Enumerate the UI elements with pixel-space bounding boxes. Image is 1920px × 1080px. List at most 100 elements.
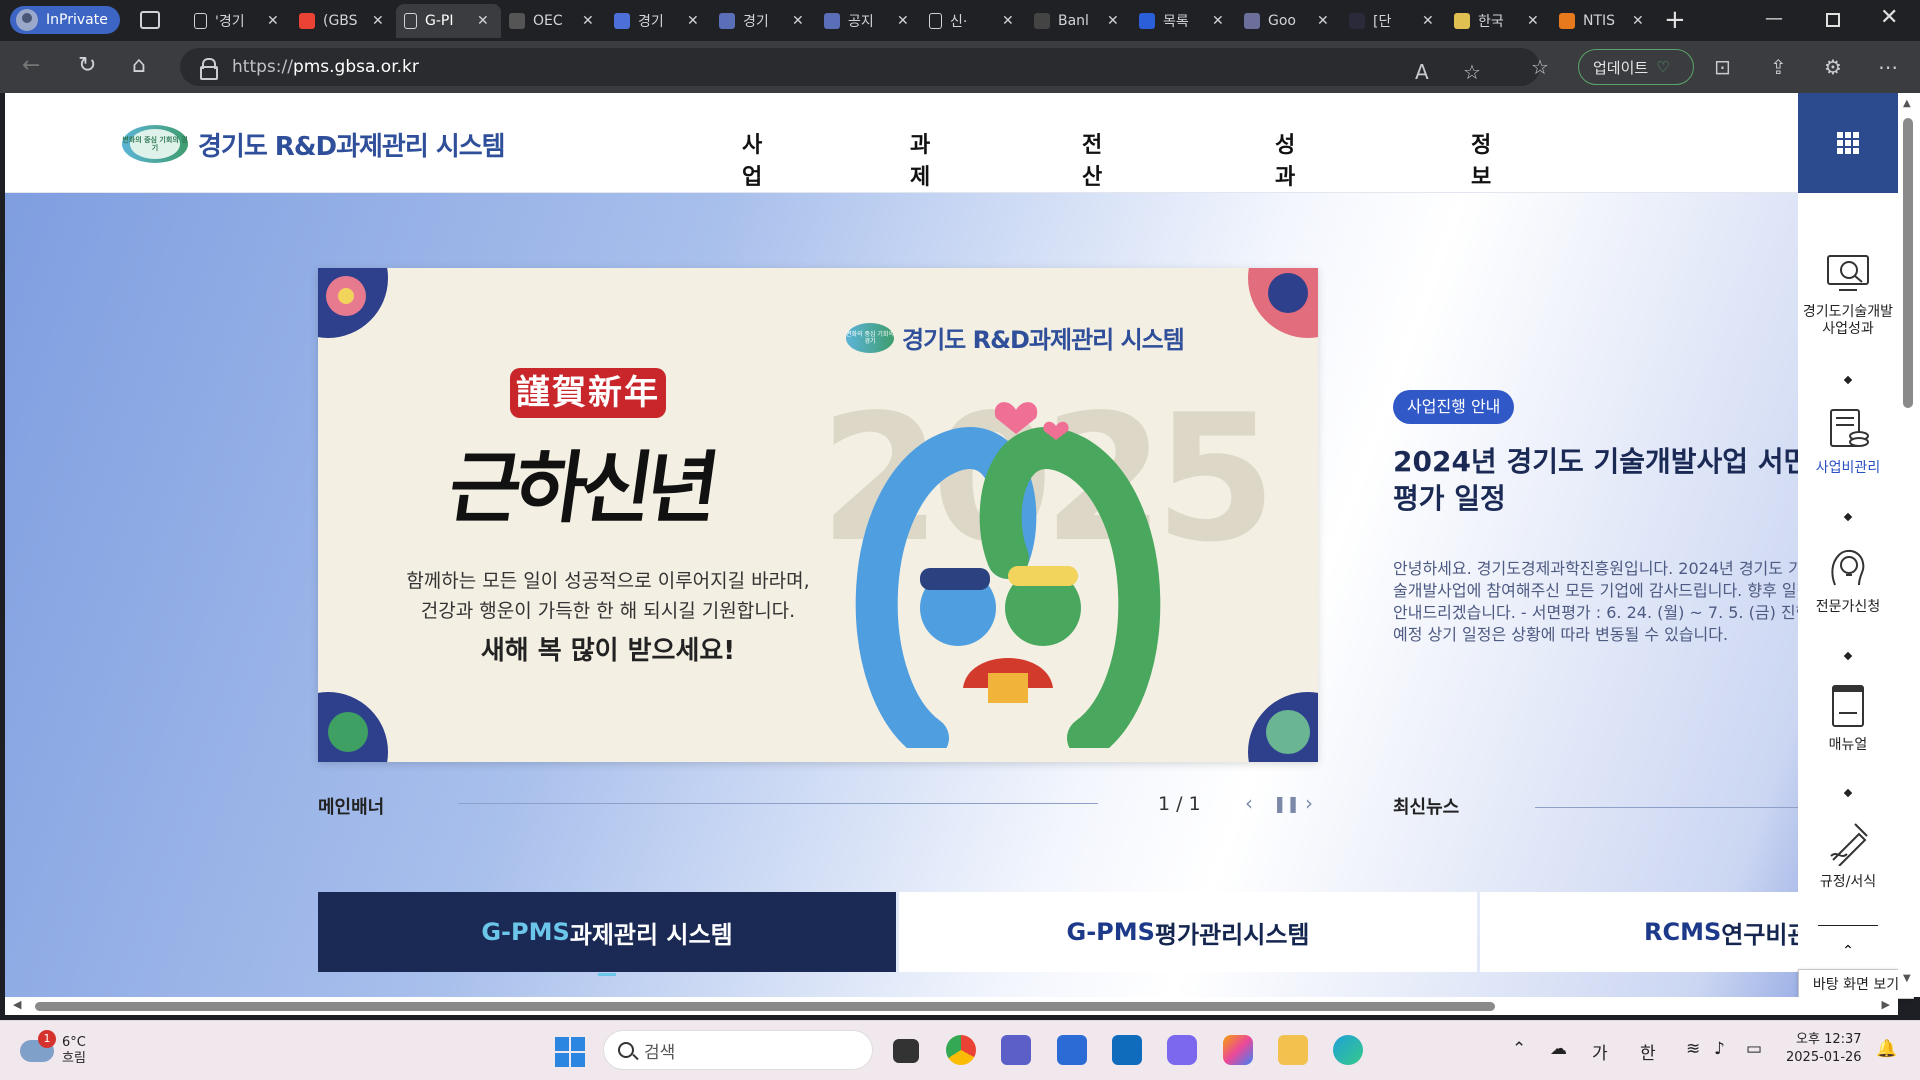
close-tab-icon[interactable]: ✕ <box>1107 13 1123 29</box>
dots-icon <box>1034 13 1050 29</box>
close-tab-icon[interactable]: ✕ <box>792 13 808 29</box>
battery-icon[interactable]: ▭ <box>1746 1039 1762 1059</box>
browser-tab[interactable]: 신· ✕ <box>921 4 1026 38</box>
chrome-icon[interactable] <box>946 1035 976 1065</box>
screenshot-icon[interactable]: ⊡ <box>1714 55 1731 79</box>
teams-icon[interactable] <box>1001 1035 1031 1065</box>
all-menu-button[interactable] <box>1798 93 1898 193</box>
next-arrow-icon[interactable]: › <box>1305 791 1313 815</box>
ime-mode[interactable]: 가 <box>1592 1039 1608 1064</box>
close-tab-icon[interactable]: ✕ <box>582 13 598 29</box>
scroll-up-icon[interactable]: ▲ <box>1903 98 1911 109</box>
show-hidden-icons[interactable]: ⌃ <box>1512 1039 1526 1059</box>
url-field[interactable]: https://pms.gbsa.or.kr A ☆ <box>180 48 1540 86</box>
site-logo[interactable]: 변화의 중심 기회의 경기 경기도 R&D과제관리 시스템 <box>122 125 506 163</box>
browser-tab-bar: InPrivate '경기 ✕ (GBS ✕ G-PI ✕ OEC ✕ 경기 ✕ 경기 ✕ 공지 ✕ 신· ✕… <box>0 0 1920 41</box>
quick-item-expert[interactable]: 전문가신청 <box>1798 545 1898 616</box>
close-tab-icon[interactable]: ✕ <box>687 13 703 29</box>
quick-item-forms[interactable]: 규정/서식 <box>1798 820 1898 891</box>
news-title[interactable]: 2024년 경기도 기술개발사업 서면평가 일정 <box>1393 443 1798 517</box>
close-tab-icon[interactable]: ✕ <box>897 13 913 29</box>
vertical-scrollbar[interactable]: ▲ ▼ <box>1898 93 1920 997</box>
close-tab-icon[interactable]: ✕ <box>1212 13 1228 29</box>
close-tab-icon[interactable]: ✕ <box>1317 13 1333 29</box>
browser-tab[interactable]: OEC ✕ <box>501 4 606 38</box>
back-icon[interactable]: ← <box>22 54 40 78</box>
read-aloud-icon[interactable]: A <box>1415 60 1429 84</box>
new-tab-icon[interactable]: + <box>1664 6 1686 34</box>
edge-icon[interactable] <box>1333 1035 1363 1065</box>
maximize-icon[interactable] <box>1826 13 1840 27</box>
prev-arrow-icon[interactable]: ‹ <box>1245 791 1253 815</box>
scroll-left-icon[interactable]: ◀ <box>13 998 21 1011</box>
extensions-icon[interactable]: ⚙ <box>1824 55 1842 79</box>
browser-tab[interactable]: 목록 ✕ <box>1131 4 1236 38</box>
drop-icon <box>1139 13 1155 29</box>
close-tab-icon[interactable]: ✕ <box>1422 13 1438 29</box>
system-clock[interactable]: 오후 12:37 2025-01-26 <box>1786 1031 1862 1067</box>
main-banner[interactable]: 2025 변화의 중심 기회의 경기 경기도 R&D과제관리 시스템 謹賀新年 … <box>318 268 1318 762</box>
close-tab-icon[interactable]: ✕ <box>372 13 388 29</box>
home-icon[interactable]: ⌂ <box>132 54 146 78</box>
browser-tab[interactable]: 공지 ✕ <box>816 4 921 38</box>
refresh-icon[interactable]: ↻ <box>78 54 96 78</box>
copilot-app-icon[interactable] <box>1167 1035 1197 1065</box>
close-tab-icon[interactable]: ✕ <box>1527 13 1543 29</box>
update-button[interactable]: 업데이트 ♡ <box>1578 49 1694 85</box>
quick-item-budget[interactable]: 사업비관리 <box>1798 406 1898 477</box>
favorite-star-icon[interactable]: ☆ <box>1463 60 1481 84</box>
share-icon[interactable]: ⇪ <box>1770 55 1787 79</box>
scrollbar-thumb[interactable] <box>1903 118 1913 408</box>
pause-icon[interactable]: ❚❚ <box>1273 794 1300 813</box>
taskbar-search[interactable]: 검색 <box>603 1030 873 1070</box>
favorites-icon[interactable]: ☆ <box>1531 55 1549 79</box>
browser-tab[interactable]: Goo ✕ <box>1236 4 1341 38</box>
browser-tab[interactable]: G-PI ✕ <box>396 4 501 38</box>
close-tab-icon[interactable]: ✕ <box>1632 13 1648 29</box>
file-explorer-icon[interactable] <box>1278 1035 1308 1065</box>
close-tab-icon[interactable]: ✕ <box>477 13 493 29</box>
scroll-top-icon[interactable]: ⌃ <box>1798 943 1898 959</box>
tab-title: NTIS <box>1583 13 1616 29</box>
browser-tab[interactable]: (GBS ✕ <box>291 4 396 38</box>
system-link-rcms[interactable]: RCMS 연구비관리 <box>1480 892 1798 972</box>
ime-language[interactable]: 한 <box>1640 1039 1656 1064</box>
notification-bell-icon[interactable]: 🔔 <box>1876 1039 1897 1059</box>
system-link-gpms-project[interactable]: G-PMS 과제관리 시스템 <box>318 892 896 976</box>
banner-logo-mark: 변화의 중심 기회의 경기 <box>846 322 894 353</box>
browser-tab[interactable]: 한국 ✕ <box>1446 4 1551 38</box>
copilot-icon[interactable] <box>1223 1035 1253 1065</box>
browser-tab[interactable]: NTIS ✕ <box>1551 4 1656 38</box>
scroll-down-icon[interactable]: ▼ <box>1903 973 1911 984</box>
browser-tab[interactable]: '경기 ✕ <box>186 4 291 38</box>
inprivate-badge[interactable]: InPrivate <box>10 6 120 34</box>
scroll-right-icon[interactable]: ▶ <box>1882 998 1890 1011</box>
browser-tab[interactable]: 경기 ✕ <box>606 4 711 38</box>
monitor-search-icon <box>1827 255 1869 291</box>
task-view-icon[interactable] <box>893 1039 919 1063</box>
outlook-icon[interactable] <box>1112 1035 1142 1065</box>
close-window-icon[interactable]: ✕ <box>1880 5 1898 30</box>
close-tab-icon[interactable]: ✕ <box>267 13 283 29</box>
volume-icon[interactable]: ♪ <box>1714 1039 1725 1059</box>
system-link-gpms-evaluation[interactable]: G-PMS 평가관리시스템 <box>899 892 1477 972</box>
scrollbar-thumb[interactable] <box>35 1002 1495 1011</box>
onedrive-icon[interactable]: ☁ <box>1550 1039 1567 1059</box>
quick-item-manual[interactable]: 매뉴얼 <box>1798 683 1898 754</box>
banner-section-label: 메인배너 <box>318 797 385 818</box>
store-icon[interactable] <box>1057 1035 1087 1065</box>
start-button[interactable] <box>555 1037 585 1067</box>
tab-actions-icon[interactable] <box>140 11 160 29</box>
browser-tab[interactable]: 경기 ✕ <box>711 4 816 38</box>
profile-avatar-icon <box>16 9 38 31</box>
document-icon <box>404 13 417 29</box>
minimize-icon[interactable]: — <box>1765 8 1783 29</box>
horizontal-scrollbar[interactable]: ◀ ▶ <box>5 997 1898 1015</box>
wifi-icon[interactable]: ≋ <box>1686 1039 1700 1059</box>
close-tab-icon[interactable]: ✕ <box>1002 13 1018 29</box>
weather-widget[interactable]: 1 6°C 흐림 <box>20 1030 86 1067</box>
more-menu-icon[interactable]: ⋯ <box>1878 55 1898 79</box>
browser-tab[interactable]: [단 ✕ <box>1341 4 1446 38</box>
browser-tab[interactable]: Banl ✕ <box>1026 4 1131 38</box>
quick-item-performance[interactable]: 경기도기술개발 사업성과 <box>1798 250 1898 338</box>
